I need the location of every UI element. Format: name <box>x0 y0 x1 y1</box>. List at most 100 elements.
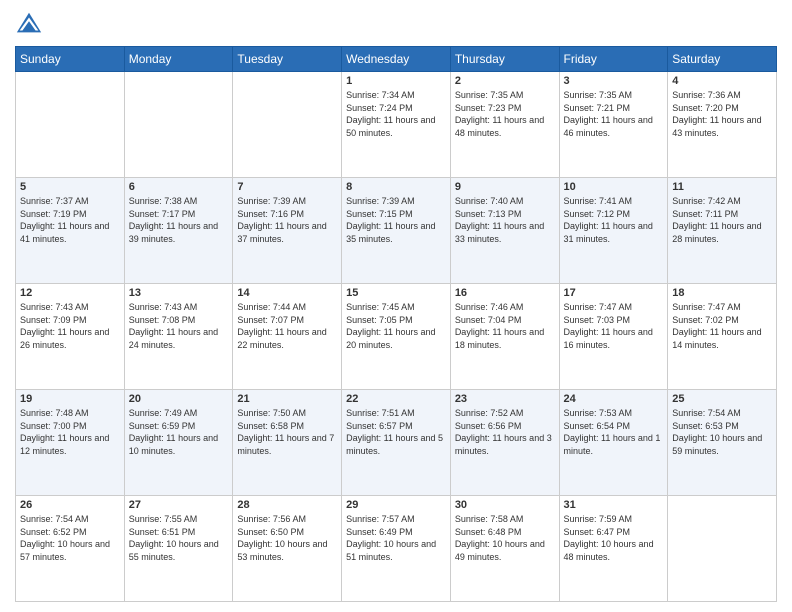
day-number: 3 <box>564 75 664 87</box>
calendar-cell: 18 Sunrise: 7:47 AMSunset: 7:02 PMDayligh… <box>668 284 777 390</box>
calendar-week-row: 1 Sunrise: 7:34 AMSunset: 7:24 PMDaylight… <box>16 72 777 178</box>
cell-info: Sunrise: 7:45 AMSunset: 7:05 PMDaylight:… <box>346 301 446 351</box>
day-number: 31 <box>564 499 664 511</box>
day-number: 24 <box>564 393 664 405</box>
calendar-cell: 5 Sunrise: 7:37 AMSunset: 7:19 PMDaylight… <box>16 178 125 284</box>
weekday-header: Friday <box>559 47 668 72</box>
day-number: 21 <box>237 393 337 405</box>
cell-info: Sunrise: 7:47 AMSunset: 7:02 PMDaylight:… <box>672 301 772 351</box>
day-number: 13 <box>129 287 229 299</box>
cell-info: Sunrise: 7:57 AMSunset: 6:49 PMDaylight:… <box>346 513 446 563</box>
calendar-cell: 30 Sunrise: 7:58 AMSunset: 6:48 PMDayligh… <box>450 496 559 602</box>
day-number: 10 <box>564 181 664 193</box>
day-number: 23 <box>455 393 555 405</box>
calendar-week-row: 19Sunrise: 7:48 AMSunset: 7:00 PMDayligh… <box>16 390 777 496</box>
day-number: 22 <box>346 393 446 405</box>
calendar-cell: 31 Sunrise: 7:59 AMSunset: 6:47 PMDayligh… <box>559 496 668 602</box>
day-number: 25 <box>672 393 772 405</box>
cell-info: Sunrise: 7:51 AMSunset: 6:57 PMDaylight:… <box>346 407 446 457</box>
cell-info: Sunrise: 7:43 AMSunset: 7:08 PMDaylight:… <box>129 301 229 351</box>
calendar-cell: 4 Sunrise: 7:36 AMSunset: 7:20 PMDaylight… <box>668 72 777 178</box>
calendar-cell: 26 Sunrise: 7:54 AMSunset: 6:52 PMDayligh… <box>16 496 125 602</box>
cell-info: Sunrise: 7:40 AMSunset: 7:13 PMDaylight:… <box>455 195 555 245</box>
logo-icon <box>15 10 43 38</box>
day-number: 30 <box>455 499 555 511</box>
day-number: 29 <box>346 499 446 511</box>
calendar-cell <box>16 72 125 178</box>
day-number: 20 <box>129 393 229 405</box>
day-number: 18 <box>672 287 772 299</box>
calendar-cell <box>233 72 342 178</box>
calendar-cell: 19Sunrise: 7:48 AMSunset: 7:00 PMDayligh… <box>16 390 125 496</box>
cell-info: Sunrise: 7:54 AMSunset: 6:52 PMDaylight:… <box>20 513 120 563</box>
calendar-cell: 8 Sunrise: 7:39 AMSunset: 7:15 PMDaylight… <box>342 178 451 284</box>
calendar-cell: 22 Sunrise: 7:51 AMSunset: 6:57 PMDayligh… <box>342 390 451 496</box>
cell-info: Sunrise: 7:47 AMSunset: 7:03 PMDaylight:… <box>564 301 664 351</box>
cell-info: Sunrise: 7:56 AMSunset: 6:50 PMDaylight:… <box>237 513 337 563</box>
calendar-table: SundayMondayTuesdayWednesdayThursdayFrid… <box>15 46 777 602</box>
cell-info: Sunrise: 7:44 AMSunset: 7:07 PMDaylight:… <box>237 301 337 351</box>
weekday-header: Thursday <box>450 47 559 72</box>
calendar-cell: 23 Sunrise: 7:52 AMSunset: 6:56 PMDayligh… <box>450 390 559 496</box>
calendar-cell: 28 Sunrise: 7:56 AMSunset: 6:50 PMDayligh… <box>233 496 342 602</box>
day-number: 15 <box>346 287 446 299</box>
cell-info: Sunrise: 7:55 AMSunset: 6:51 PMDaylight:… <box>129 513 229 563</box>
day-number: 8 <box>346 181 446 193</box>
cell-info: Sunrise: 7:39 AMSunset: 7:16 PMDaylight:… <box>237 195 337 245</box>
calendar-week-row: 26 Sunrise: 7:54 AMSunset: 6:52 PMDayligh… <box>16 496 777 602</box>
calendar-cell: 13 Sunrise: 7:43 AMSunset: 7:08 PMDayligh… <box>124 284 233 390</box>
calendar-cell <box>668 496 777 602</box>
day-number: 12 <box>20 287 120 299</box>
calendar-cell: 12Sunrise: 7:43 AMSunset: 7:09 PMDayligh… <box>16 284 125 390</box>
day-number: 28 <box>237 499 337 511</box>
cell-info: Sunrise: 7:54 AMSunset: 6:53 PMDaylight:… <box>672 407 772 457</box>
day-number: 11 <box>672 181 772 193</box>
calendar-cell: 21 Sunrise: 7:50 AMSunset: 6:58 PMDayligh… <box>233 390 342 496</box>
cell-info: Sunrise: 7:35 AMSunset: 7:21 PMDaylight:… <box>564 89 664 139</box>
weekday-header: Saturday <box>668 47 777 72</box>
day-number: 1 <box>346 75 446 87</box>
header <box>15 10 777 38</box>
cell-info: Sunrise: 7:50 AMSunset: 6:58 PMDaylight:… <box>237 407 337 457</box>
calendar-cell: 20 Sunrise: 7:49 AMSunset: 6:59 PMDayligh… <box>124 390 233 496</box>
weekday-header: Tuesday <box>233 47 342 72</box>
calendar-cell <box>124 72 233 178</box>
cell-info: Sunrise: 7:39 AMSunset: 7:15 PMDaylight:… <box>346 195 446 245</box>
calendar-cell: 1 Sunrise: 7:34 AMSunset: 7:24 PMDaylight… <box>342 72 451 178</box>
cell-info: Sunrise: 7:48 AMSunset: 7:00 PMDaylight:… <box>20 407 120 457</box>
cell-info: Sunrise: 7:35 AMSunset: 7:23 PMDaylight:… <box>455 89 555 139</box>
weekday-header: Wednesday <box>342 47 451 72</box>
cell-info: Sunrise: 7:49 AMSunset: 6:59 PMDaylight:… <box>129 407 229 457</box>
day-number: 16 <box>455 287 555 299</box>
day-number: 27 <box>129 499 229 511</box>
calendar-cell: 10 Sunrise: 7:41 AMSunset: 7:12 PMDayligh… <box>559 178 668 284</box>
page: SundayMondayTuesdayWednesdayThursdayFrid… <box>0 0 792 612</box>
calendar-cell: 16 Sunrise: 7:46 AMSunset: 7:04 PMDayligh… <box>450 284 559 390</box>
cell-info: Sunrise: 7:41 AMSunset: 7:12 PMDaylight:… <box>564 195 664 245</box>
calendar-cell: 24Sunrise: 7:53 AMSunset: 6:54 PMDayligh… <box>559 390 668 496</box>
day-number: 26 <box>20 499 120 511</box>
cell-info: Sunrise: 7:36 AMSunset: 7:20 PMDaylight:… <box>672 89 772 139</box>
cell-info: Sunrise: 7:52 AMSunset: 6:56 PMDaylight:… <box>455 407 555 457</box>
day-number: 14 <box>237 287 337 299</box>
calendar-cell: 14 Sunrise: 7:44 AMSunset: 7:07 PMDayligh… <box>233 284 342 390</box>
calendar-cell: 3 Sunrise: 7:35 AMSunset: 7:21 PMDaylight… <box>559 72 668 178</box>
calendar-header-row: SundayMondayTuesdayWednesdayThursdayFrid… <box>16 47 777 72</box>
calendar-week-row: 5 Sunrise: 7:37 AMSunset: 7:19 PMDaylight… <box>16 178 777 284</box>
cell-info: Sunrise: 7:58 AMSunset: 6:48 PMDaylight:… <box>455 513 555 563</box>
day-number: 4 <box>672 75 772 87</box>
cell-info: Sunrise: 7:46 AMSunset: 7:04 PMDaylight:… <box>455 301 555 351</box>
cell-info: Sunrise: 7:34 AMSunset: 7:24 PMDaylight:… <box>346 89 446 139</box>
day-number: 5 <box>20 181 120 193</box>
calendar-cell: 17Sunrise: 7:47 AMSunset: 7:03 PMDayligh… <box>559 284 668 390</box>
calendar-cell: 25 Sunrise: 7:54 AMSunset: 6:53 PMDayligh… <box>668 390 777 496</box>
cell-info: Sunrise: 7:37 AMSunset: 7:19 PMDaylight:… <box>20 195 120 245</box>
day-number: 2 <box>455 75 555 87</box>
cell-info: Sunrise: 7:42 AMSunset: 7:11 PMDaylight:… <box>672 195 772 245</box>
logo <box>15 10 47 38</box>
cell-info: Sunrise: 7:59 AMSunset: 6:47 PMDaylight:… <box>564 513 664 563</box>
calendar-cell: 27 Sunrise: 7:55 AMSunset: 6:51 PMDayligh… <box>124 496 233 602</box>
calendar-cell: 6Sunrise: 7:38 AMSunset: 7:17 PMDaylight… <box>124 178 233 284</box>
day-number: 9 <box>455 181 555 193</box>
calendar-cell: 2 Sunrise: 7:35 AMSunset: 7:23 PMDaylight… <box>450 72 559 178</box>
